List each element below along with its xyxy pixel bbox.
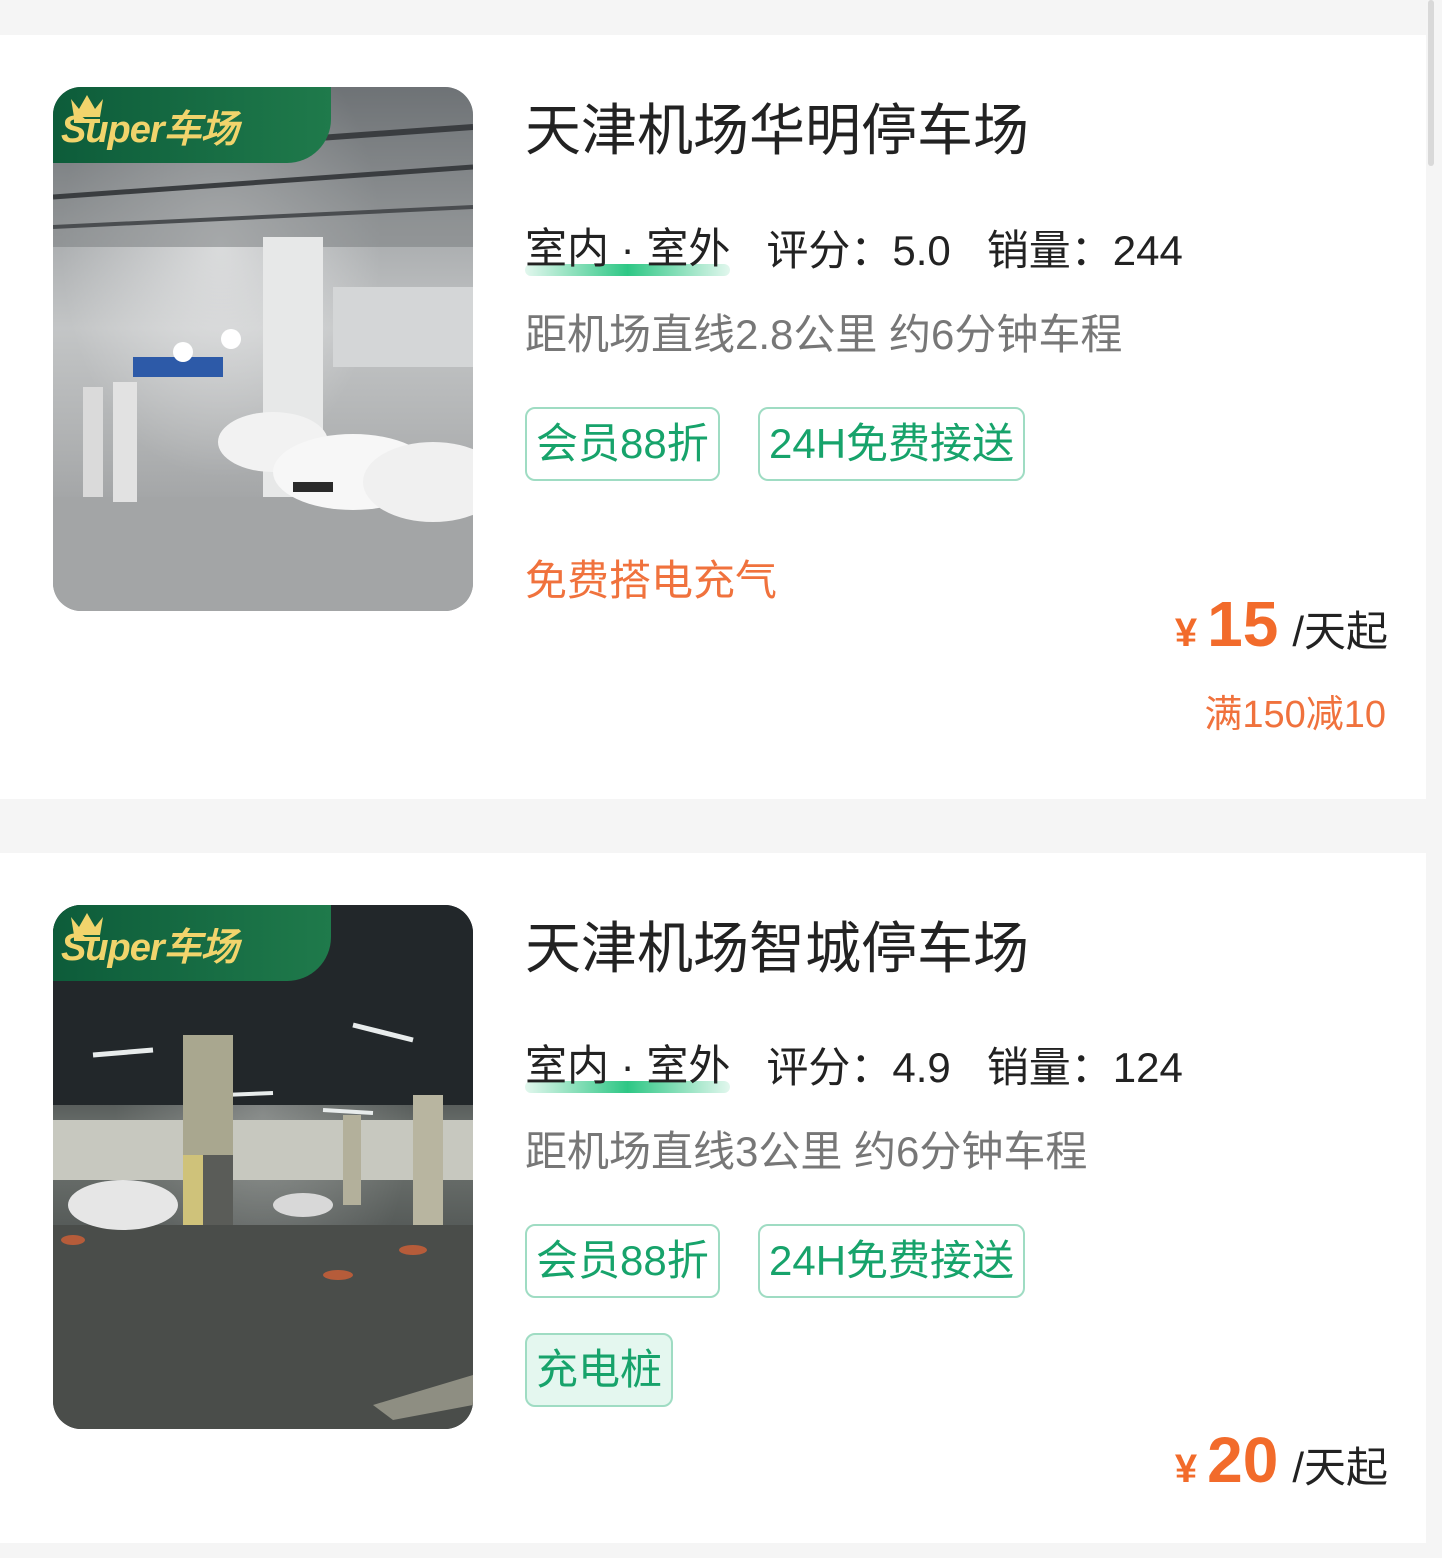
crown-icon [71,95,103,123]
currency-symbol: ¥ [1174,611,1198,655]
rating: 评分：4.9 [766,1044,951,1091]
parking-card[interactable]: Super车场 天津机场智城停车场 室内 · 室外 评分：4.9 销量：124 … [0,853,1426,1543]
parking-card[interactable]: Super车场 天津机场华明停车场 室内 · 室外 评分：5.0 销量：244 … [0,35,1426,799]
discount-text: 满150减10 [1204,694,1386,736]
crown-icon [71,913,103,941]
distance-info: 距机场直线2.8公里 约6分钟车程 [525,311,1123,358]
price-unit: /天起 [1292,608,1388,655]
distance-info: 距机场直线3公里 约6分钟车程 [525,1128,1088,1175]
price: ¥ 15 /天起 [1175,587,1388,661]
tag-member-discount: 会员88折 [525,1224,720,1298]
currency-symbol: ¥ [1174,1447,1198,1491]
price-value: 20 [1207,1424,1279,1496]
tag-free-shuttle: 24H免费接送 [758,407,1026,481]
parking-title[interactable]: 天津机场智城停车场 [525,921,1029,977]
promo-text: 免费搭电充气 [525,557,778,604]
parking-meta: 室内 · 室外 评分：4.9 销量：124 [525,1044,1183,1093]
price: ¥ 20 /天起 [1175,1423,1388,1497]
parking-type: 室内 · 室外 [525,228,731,276]
parking-photo: Super车场 [53,87,473,611]
parking-photo: Super车场 [53,905,473,1429]
super-parking-badge: Super车场 [53,87,331,163]
price-unit: /天起 [1292,1444,1388,1491]
sales-count: 销量：244 [986,227,1183,274]
sales-count: 销量：124 [986,1044,1183,1091]
scrollbar[interactable] [1428,0,1434,166]
rating: 评分：5.0 [766,227,951,274]
tag-charging-pile: 充电桩 [525,1333,674,1407]
parking-meta: 室内 · 室外 评分：5.0 销量：244 [525,227,1183,276]
parking-photo-illustration [53,87,473,611]
price-value: 15 [1207,588,1279,660]
parking-photo-illustration [53,905,473,1429]
tag-member-discount: 会员88折 [525,407,720,481]
super-parking-badge: Super车场 [53,905,331,981]
parking-title[interactable]: 天津机场华明停车场 [525,103,1029,159]
tag-free-shuttle: 24H免费接送 [758,1224,1026,1298]
parking-type: 室内 · 室外 [525,1045,731,1093]
